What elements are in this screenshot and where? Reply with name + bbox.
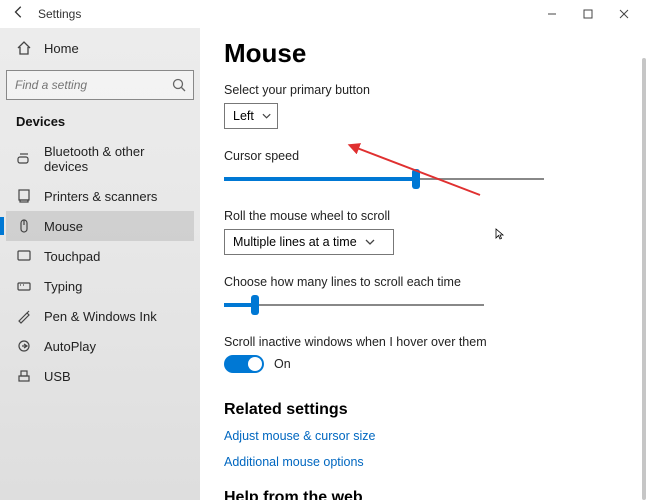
sidebar-item-label: Printers & scanners bbox=[44, 189, 157, 204]
home-icon bbox=[16, 40, 32, 56]
minimize-button[interactable] bbox=[534, 2, 570, 26]
lines-per-scroll-label: Choose how many lines to scroll each tim… bbox=[224, 275, 622, 289]
sidebar-item-autoplay[interactable]: AutoPlay bbox=[6, 331, 194, 361]
cursor-icon bbox=[495, 228, 507, 240]
vertical-scrollbar[interactable] bbox=[642, 58, 646, 500]
maximize-button[interactable] bbox=[570, 2, 606, 26]
primary-button-select[interactable]: Left bbox=[224, 103, 278, 129]
back-button[interactable] bbox=[12, 5, 26, 24]
nav-icon bbox=[16, 278, 32, 294]
sidebar-item-bluetooth-other-devices[interactable]: Bluetooth & other devices bbox=[6, 137, 194, 181]
sidebar-item-label: Typing bbox=[44, 279, 82, 294]
related-settings-heading: Related settings bbox=[224, 401, 622, 419]
chevron-down-icon bbox=[365, 237, 375, 247]
nav-icon bbox=[16, 248, 32, 264]
nav-icon bbox=[16, 218, 32, 234]
sidebar-item-usb[interactable]: USB bbox=[6, 361, 194, 391]
main-panel: Mouse Select your primary button Left Cu… bbox=[200, 28, 646, 500]
search-input[interactable] bbox=[15, 78, 167, 92]
sidebar-item-label: Pen & Windows Ink bbox=[44, 309, 157, 324]
sidebar-home[interactable]: Home bbox=[6, 34, 194, 62]
sidebar-item-label: AutoPlay bbox=[44, 339, 96, 354]
help-heading: Help from the web bbox=[224, 489, 622, 500]
scroll-wheel-select[interactable]: Multiple lines at a time bbox=[224, 229, 394, 255]
nav-icon bbox=[16, 188, 32, 204]
sidebar-item-label: Bluetooth & other devices bbox=[44, 144, 184, 174]
sidebar-item-printers-scanners[interactable]: Printers & scanners bbox=[6, 181, 194, 211]
cursor-speed-label: Cursor speed bbox=[224, 149, 622, 163]
sidebar-item-pen-windows-ink[interactable]: Pen & Windows Ink bbox=[6, 301, 194, 331]
sidebar-item-label: Mouse bbox=[44, 219, 83, 234]
inactive-windows-label: Scroll inactive windows when I hover ove… bbox=[224, 335, 622, 349]
sidebar-item-label: USB bbox=[44, 369, 71, 384]
search-icon bbox=[171, 77, 187, 93]
sidebar-item-label: Touchpad bbox=[44, 249, 100, 264]
titlebar: Settings bbox=[0, 0, 646, 28]
scroll-wheel-value: Multiple lines at a time bbox=[233, 235, 357, 249]
sidebar-item-touchpad[interactable]: Touchpad bbox=[6, 241, 194, 271]
link-adjust-cursor-size[interactable]: Adjust mouse & cursor size bbox=[224, 429, 622, 443]
sidebar-item-typing[interactable]: Typing bbox=[6, 271, 194, 301]
sidebar: Home Devices Bluetooth & other devices Pr… bbox=[0, 28, 200, 500]
cursor-speed-slider[interactable] bbox=[224, 169, 544, 189]
nav-icon bbox=[16, 338, 32, 354]
nav-icon bbox=[16, 308, 32, 324]
sidebar-home-label: Home bbox=[44, 41, 79, 56]
link-additional-mouse-options[interactable]: Additional mouse options bbox=[224, 455, 622, 469]
search-box[interactable] bbox=[6, 70, 194, 100]
page-title: Mouse bbox=[224, 38, 622, 69]
nav-icon bbox=[16, 368, 32, 384]
primary-button-label: Select your primary button bbox=[224, 83, 622, 97]
window-title: Settings bbox=[38, 7, 81, 21]
inactive-windows-state: On bbox=[274, 357, 291, 371]
nav-icon bbox=[16, 151, 32, 167]
sidebar-item-mouse[interactable]: Mouse bbox=[6, 211, 194, 241]
sidebar-section-title: Devices bbox=[6, 114, 194, 129]
lines-per-scroll-slider[interactable] bbox=[224, 295, 484, 315]
close-button[interactable] bbox=[606, 2, 642, 26]
scroll-wheel-label: Roll the mouse wheel to scroll bbox=[224, 209, 622, 223]
chevron-down-icon bbox=[262, 111, 271, 121]
inactive-windows-toggle[interactable] bbox=[224, 355, 264, 373]
primary-button-value: Left bbox=[233, 109, 254, 123]
